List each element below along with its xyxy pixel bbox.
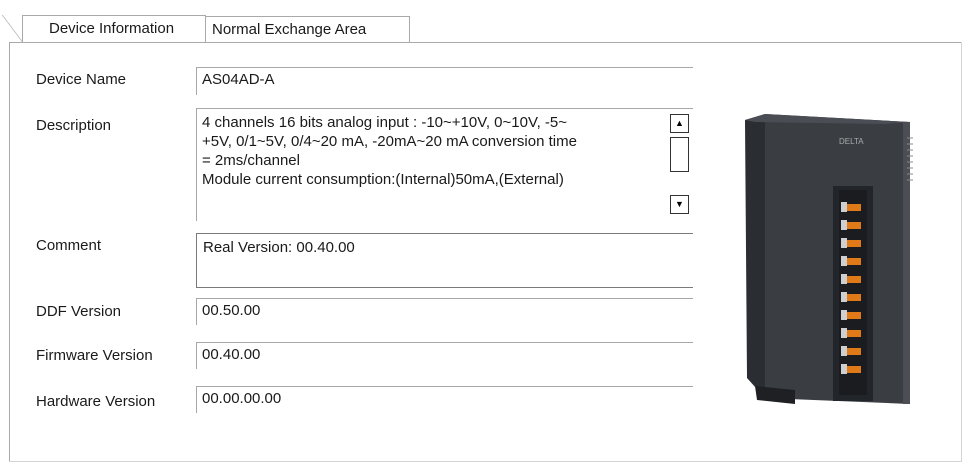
- firmware-version-label: Firmware Version: [36, 347, 153, 364]
- comment-input[interactable]: Real Version: 00.40.00: [196, 233, 693, 288]
- ddf-version-field: 00.50.00: [196, 298, 693, 325]
- hardware-version-field: 00.00.00.00: [196, 386, 693, 413]
- tab-normal-exchange-area[interactable]: Normal Exchange Area: [205, 16, 410, 43]
- scrollbar-track[interactable]: [670, 137, 689, 172]
- description-label: Description: [36, 117, 112, 134]
- comment-label: Comment: [36, 237, 102, 254]
- hardware-version-label: Hardware Version: [36, 393, 156, 410]
- scroll-down-icon[interactable]: ▼: [670, 195, 689, 214]
- description-text: 4 channels 16 bits analog input : -10~+1…: [202, 114, 577, 188]
- ddf-version-label: DDF Version: [36, 303, 122, 320]
- firmware-version-field: 00.40.00: [196, 342, 693, 369]
- device-brand-text: DELTA: [839, 137, 864, 146]
- description-field[interactable]: 4 channels 16 bits analog input : -10~+1…: [196, 108, 693, 221]
- tab-device-information[interactable]: Device Information: [2, 15, 206, 43]
- panel-bottom-border: [9, 461, 962, 462]
- tab-strip: Device Information Normal Exchange Area: [0, 0, 962, 44]
- device-name-label: Device Name: [36, 71, 127, 88]
- device-name-field: AS04AD-A: [196, 67, 693, 95]
- device-module-image: DELTA: [745, 114, 913, 404]
- scroll-up-icon[interactable]: ▲: [670, 114, 689, 133]
